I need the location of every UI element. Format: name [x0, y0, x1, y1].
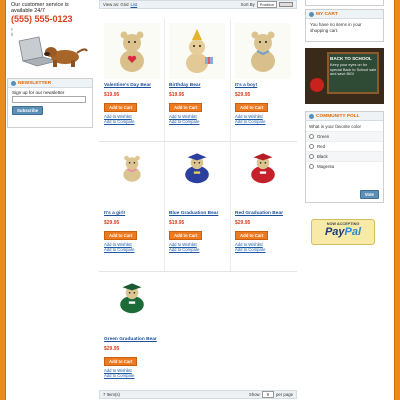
promo-title: BACK TO SCHOOL — [330, 56, 372, 61]
poll-option-label: Red — [317, 144, 326, 149]
poll-option[interactable]: Magenta — [306, 161, 383, 171]
product-image[interactable] — [169, 151, 225, 195]
product-card: It's a girl! $29.95 Add to Cart Add to W… — [104, 151, 166, 253]
show-label: Show — [248, 392, 260, 397]
poll-question: What is your favorite color — [309, 124, 362, 129]
product-image[interactable] — [104, 281, 160, 325]
add-to-compare-link[interactable]: Add to Compare — [235, 247, 297, 253]
add-to-compare-link[interactable]: Add to Compare — [104, 373, 166, 379]
envelope-icon — [11, 80, 16, 86]
product-name-link[interactable]: Valentine's Day Bear — [104, 83, 166, 89]
vote-button[interactable]: Vote — [359, 190, 379, 199]
radio-button[interactable] — [309, 164, 314, 169]
community-poll-box: Community Poll What is your favorite col… — [305, 111, 384, 203]
add-to-compare-link[interactable]: Add to Compare — [235, 119, 297, 125]
add-to-compare-link[interactable]: Add to Compare — [104, 247, 166, 253]
product-card: Red Graduation Bear $29.95 Add to Cart A… — [235, 151, 297, 253]
product-image[interactable] — [169, 23, 225, 79]
product-price: $19.95 — [169, 91, 185, 98]
dog-laptop-illustration — [13, 27, 93, 71]
product-price: $19.95 — [104, 91, 120, 98]
my-cart-empty-text: You have no items in your shopping cart. — [310, 22, 362, 33]
right-sidebar: My Cart You have no items in your shoppi… — [305, 0, 384, 245]
sort-select[interactable]: Position — [256, 1, 277, 8]
poll-option-label: Magenta — [317, 164, 335, 169]
apple-icon — [310, 78, 324, 92]
product-image[interactable] — [104, 151, 160, 195]
pager-toolbar: 7 Item(s) Show 9 per page — [99, 390, 297, 399]
sort-direction-button[interactable] — [279, 2, 293, 7]
newsletter-box: Newsletter Sign up for our newsletter Su… — [7, 78, 93, 128]
per-page-select[interactable]: 9 — [261, 391, 275, 398]
product-card: Valentine's Day Bear $19.95 Add to Cart … — [104, 23, 166, 125]
product-price: $19.95 — [169, 219, 185, 226]
newsletter-label: Sign up for our newsletter — [12, 90, 65, 95]
sort-by-label: Sort By — [240, 2, 255, 7]
promo-text: Keep your eyes on for special Back to Sc… — [330, 63, 377, 77]
service-phone: (555) 555-0123 — [11, 14, 73, 24]
product-price: $29.95 — [104, 219, 120, 226]
product-card: Birthday Bear $19.95 Add to Cart Add to … — [169, 23, 231, 125]
product-name-link[interactable]: It's a girl! — [104, 211, 166, 217]
poll-title: Community Poll — [316, 113, 360, 119]
back-to-school-banner[interactable]: BACK TO SCHOOL Keep your eyes on for spe… — [305, 48, 384, 104]
add-to-cart-button[interactable]: Add to Cart — [235, 230, 269, 240]
paypal-badge: NOW ACCEPTING PayPal — [311, 219, 375, 245]
poll-option-label: Green — [317, 134, 330, 139]
subscribe-button[interactable]: Subscribe — [12, 106, 44, 115]
product-name-link[interactable]: Red Graduation Bear — [235, 211, 297, 217]
poll-option-label: Black — [317, 154, 328, 159]
my-cart-title: My Cart — [316, 11, 338, 17]
my-cart-box: My Cart You have no items in your shoppi… — [305, 9, 384, 42]
poll-option[interactable]: Green — [306, 131, 383, 141]
product-price: $29.95 — [235, 219, 251, 226]
product-name-link[interactable]: Birthday Bear — [169, 83, 231, 89]
poll-header: Community Poll — [306, 112, 383, 121]
add-to-cart-button[interactable]: Add to Cart — [169, 102, 203, 112]
add-to-cart-button[interactable]: Add to Cart — [104, 356, 138, 366]
add-to-compare-link[interactable]: Add to Compare — [104, 119, 166, 125]
product-card: It's a boy! $29.95 Add to Cart Add to Wi… — [235, 23, 297, 125]
list-view-link[interactable]: List — [130, 2, 137, 7]
product-card: Green Graduation Bear $29.95 Add to Cart… — [104, 281, 166, 379]
radio-button[interactable] — [309, 154, 314, 159]
poll-option[interactable]: Black — [306, 151, 383, 161]
add-to-compare-link[interactable]: Add to Compare — [169, 119, 231, 125]
poll-options: Green Red Black Magenta — [306, 131, 383, 171]
radio-button[interactable] — [309, 134, 314, 139]
poll-icon — [309, 113, 314, 119]
product-card: Blue Graduation Bear $19.95 Add to Cart … — [169, 151, 231, 253]
newsletter-header: Newsletter — [8, 79, 92, 88]
product-listing: View as: Grid List Sort By Position Vale… — [99, 0, 297, 378]
add-to-compare-link[interactable]: Add to Compare — [169, 247, 231, 253]
product-name-link[interactable]: Blue Graduation Bear — [169, 211, 231, 217]
product-name-link[interactable]: It's a boy! — [235, 83, 297, 89]
items-count: 7 Item(s) — [103, 392, 120, 397]
listing-toolbar: View as: Grid List Sort By Position — [99, 0, 297, 9]
radio-button[interactable] — [309, 144, 314, 149]
add-to-cart-button[interactable]: Add to Cart — [104, 102, 138, 112]
newsletter-email-input[interactable] — [12, 96, 86, 103]
product-price: $29.95 — [104, 345, 120, 352]
sidebar-top-box — [305, 0, 384, 6]
add-to-cart-button[interactable]: Add to Cart — [104, 230, 138, 240]
view-as-label: View as: Grid — [103, 2, 129, 7]
add-to-cart-button[interactable]: Add to Cart — [235, 102, 269, 112]
cart-icon — [309, 11, 314, 17]
paypal-logo: PayPal — [324, 226, 362, 238]
product-name-link[interactable]: Green Graduation Bear — [104, 337, 166, 343]
product-price: $29.95 — [235, 91, 251, 98]
product-image[interactable] — [235, 151, 291, 195]
add-to-cart-button[interactable]: Add to Cart — [169, 230, 203, 240]
per-page-label: per page — [276, 392, 293, 397]
product-image[interactable] — [235, 23, 291, 79]
product-image[interactable] — [104, 23, 160, 79]
left-sidebar: Our customer service is available 24/7 (… — [7, 0, 93, 128]
newsletter-title: Newsletter — [18, 80, 52, 86]
customer-service-box: Our customer service is available 24/7 (… — [7, 0, 93, 74]
poll-option[interactable]: Red — [306, 141, 383, 151]
my-cart-header: My Cart — [306, 10, 383, 19]
